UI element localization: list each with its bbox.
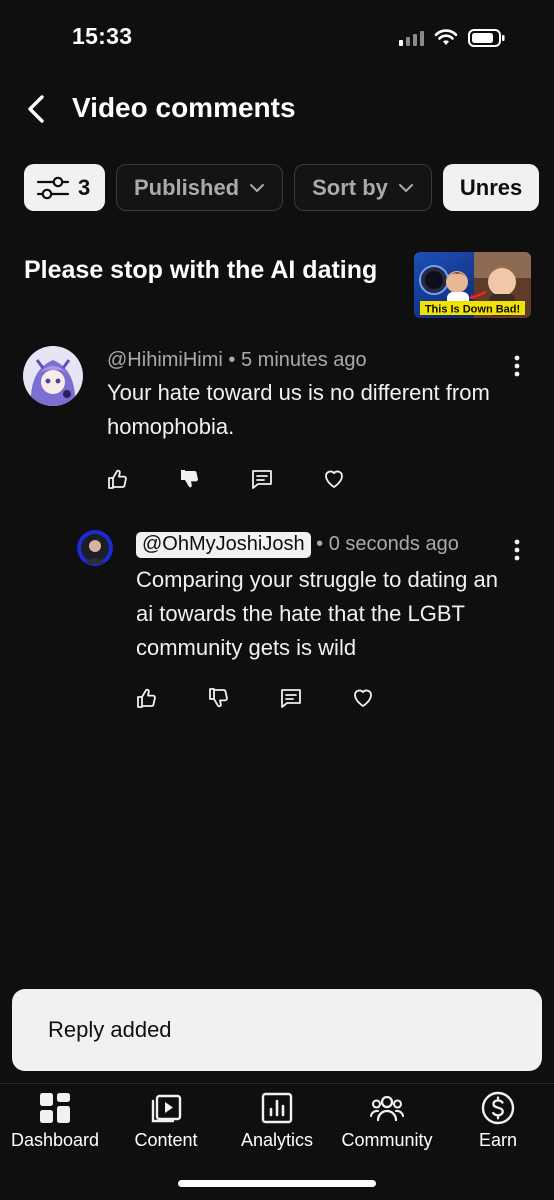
chevron-down-icon (398, 183, 413, 192)
more-options-icon[interactable] (512, 354, 522, 378)
dislike-button[interactable] (178, 464, 250, 494)
status-time: 15:33 (72, 23, 133, 49)
heart-icon (325, 470, 343, 488)
comment-actions (106, 464, 394, 494)
comment-bubble-icon (281, 689, 301, 708)
status-bar: 15:33 (0, 0, 554, 74)
nav-dashboard[interactable]: Dashboard (0, 1090, 110, 1154)
thumbs-down-filled-icon (181, 470, 198, 488)
sort-by-dropdown[interactable]: Sort by (294, 164, 432, 211)
heart-button[interactable] (322, 464, 394, 494)
video-row[interactable]: Please stop with the AI dating This Is D… (24, 252, 532, 324)
video-comments-screen: 15:33 Video comments 3 Published Sort by… (0, 0, 554, 1200)
replier-avatar[interactable] (77, 530, 113, 566)
filter-sliders-icon (36, 176, 70, 199)
commenter-avatar[interactable] (23, 346, 83, 406)
like-button[interactable] (135, 683, 207, 713)
video-title: Please stop with the AI dating (24, 256, 378, 284)
nav-label: Content (134, 1130, 198, 1150)
page-title: Video comments (72, 92, 296, 123)
status-icons (399, 28, 506, 48)
heart-icon (354, 689, 372, 707)
cellular-signal-icon (399, 30, 424, 46)
comment-time: 5 minutes ago (241, 349, 367, 371)
nav-label: Analytics (240, 1130, 314, 1150)
thumbs-up-icon (137, 688, 156, 708)
home-indicator (178, 1180, 376, 1187)
comment-text: Your hate toward us is no different from… (107, 380, 490, 439)
reply-button[interactable] (279, 683, 351, 713)
thumbnail-caption: This Is Down Bad! (425, 304, 520, 316)
reply-meta: @OhMyJoshiJosh • 0 seconds ago (136, 532, 459, 558)
comment-meta: @HihimiHimi • 5 minutes ago (107, 349, 367, 372)
battery-icon (468, 29, 505, 47)
meta-separator: • (228, 349, 236, 371)
nav-community[interactable]: Community (332, 1090, 442, 1154)
toast-snackbar: Reply added (12, 989, 542, 1071)
heart-button[interactable] (351, 683, 423, 713)
reply-text: Comparing your struggle to dating an ai … (136, 567, 498, 660)
published-dropdown[interactable]: Published (116, 164, 284, 211)
chevron-down-icon (250, 183, 265, 192)
reply-button[interactable] (250, 464, 322, 494)
published-label: Published (134, 174, 240, 200)
nav-label: Earn (478, 1130, 518, 1150)
filter-chips: 3 Published Sort by Unres (24, 164, 540, 211)
filters-button[interactable]: 3 (24, 164, 105, 211)
more-options-icon[interactable] (512, 538, 522, 562)
like-button[interactable] (106, 464, 178, 494)
sort-by-label: Sort by (312, 174, 388, 200)
nav-earn[interactable]: Earn (443, 1090, 553, 1154)
analytics-icon (261, 1092, 293, 1124)
reply-actions (135, 683, 423, 713)
nav-label: Community (341, 1130, 433, 1150)
meta-separator: • (316, 533, 324, 555)
wifi-icon (434, 29, 458, 45)
comment-author[interactable]: @HihimiHimi (107, 349, 223, 371)
nav-content[interactable]: Content (111, 1090, 221, 1154)
filter-count: 3 (78, 174, 91, 200)
thumbs-up-icon (108, 469, 127, 489)
dashboard-icon (40, 1093, 70, 1123)
nav-analytics[interactable]: Analytics (222, 1090, 332, 1154)
header: Video comments (0, 86, 554, 132)
nav-label: Dashboard (10, 1130, 100, 1150)
unresponded-label: Unres (459, 174, 523, 200)
earn-icon (481, 1091, 515, 1125)
unresponded-chip[interactable]: Unres (442, 164, 540, 211)
dislike-button[interactable] (207, 683, 279, 713)
toast-message: Reply added (48, 1017, 172, 1042)
thumbs-down-icon (209, 688, 228, 708)
video-thumbnail[interactable]: This Is Down Bad! (414, 252, 531, 318)
community-icon (369, 1095, 405, 1122)
back-arrow-icon[interactable] (22, 92, 52, 126)
reply-author-chip[interactable]: @OhMyJoshiJosh (136, 532, 311, 558)
reply-time: 0 seconds ago (328, 533, 459, 555)
content-icon (151, 1094, 182, 1123)
comment-bubble-icon (252, 470, 272, 489)
